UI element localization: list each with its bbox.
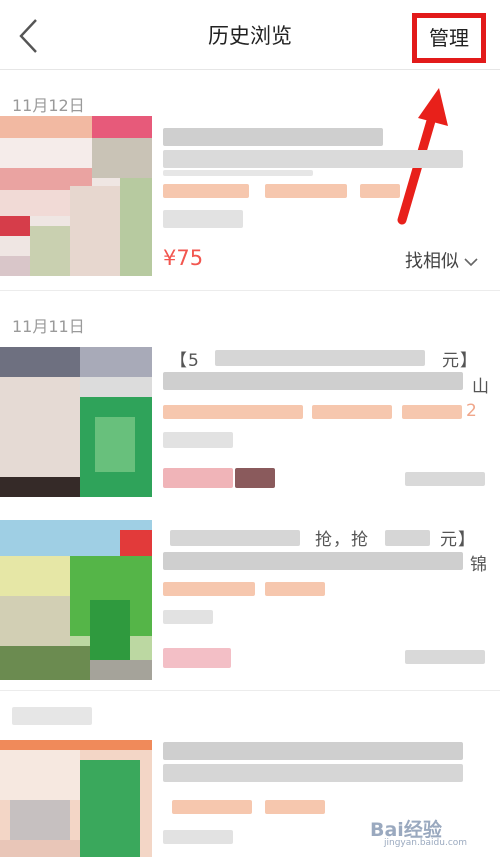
product-thumbnail[interactable]	[0, 347, 152, 497]
manage-highlight-box: 管理	[412, 13, 486, 63]
item-title-end: 元】	[442, 351, 478, 371]
date-header: 11月11日	[12, 317, 85, 336]
item-price: ¥75	[163, 246, 204, 270]
manage-button[interactable]: 管理	[417, 18, 481, 58]
item-title-end: 元】	[440, 530, 476, 550]
find-similar-label: 找相似	[405, 251, 459, 272]
section-divider	[0, 690, 500, 691]
tag-tail: 2	[466, 401, 478, 421]
item-title-tail: 锦	[470, 555, 488, 575]
date-header-placeholder	[12, 707, 92, 725]
product-thumbnail[interactable]	[0, 740, 152, 857]
item-title-mid: 抢，抢	[315, 530, 369, 550]
section-divider	[0, 290, 500, 291]
chevron-down-icon	[464, 258, 478, 267]
item-title-tail: 山	[472, 377, 490, 397]
product-thumbnail[interactable]	[0, 520, 152, 680]
item-title-start: 【5	[170, 351, 200, 371]
find-similar-button[interactable]: 找相似	[405, 247, 479, 273]
product-thumbnail[interactable]	[0, 116, 152, 276]
date-header: 11月12日	[12, 96, 85, 115]
navigation-bar: 历史浏览 管理	[0, 0, 500, 70]
watermark-url: jingyan.baidu.com	[384, 838, 468, 848]
